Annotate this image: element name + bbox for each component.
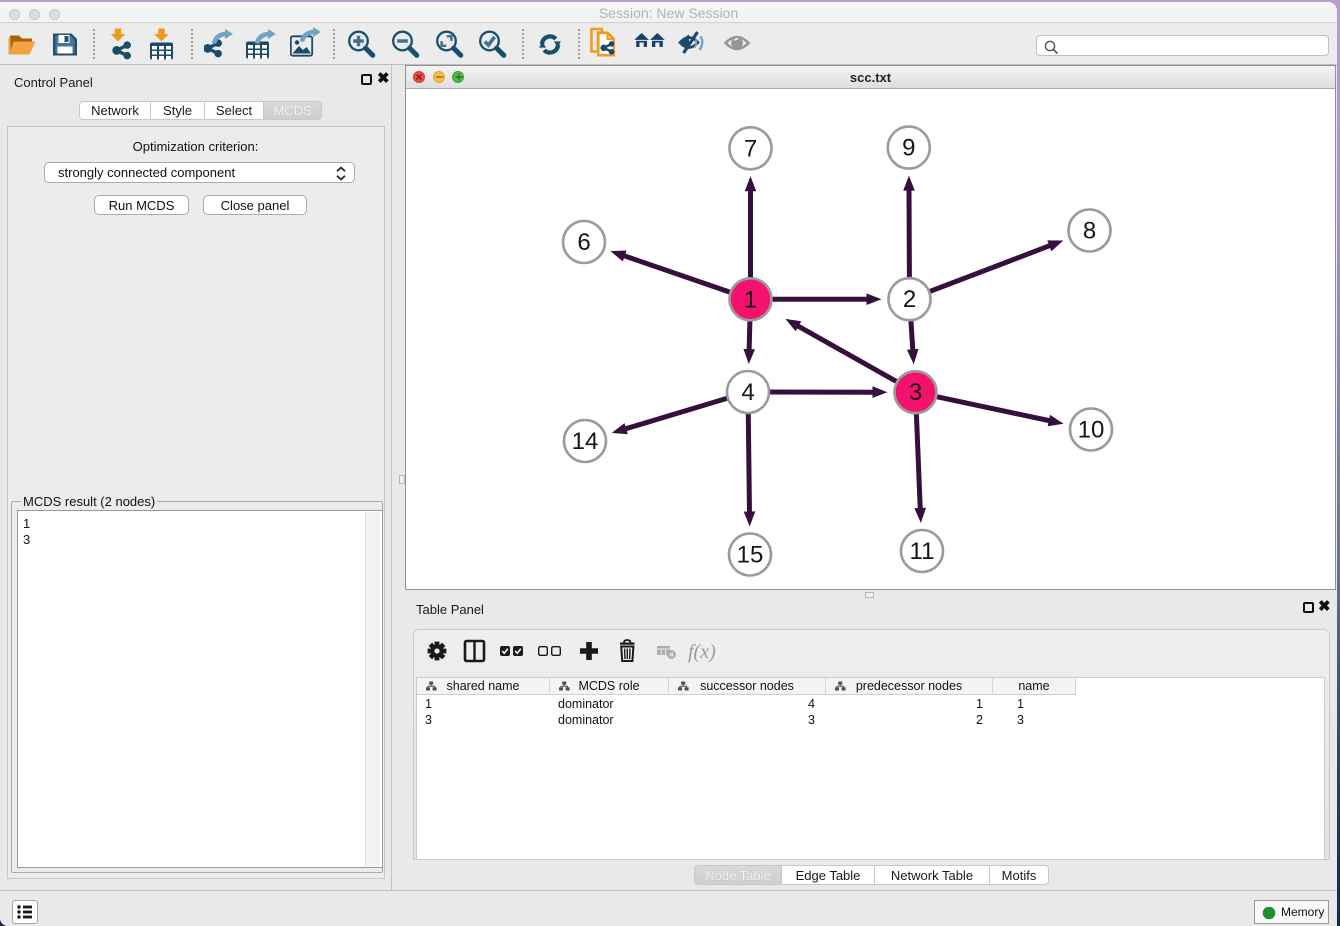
svg-text:3: 3 xyxy=(909,379,922,406)
svg-text:2: 2 xyxy=(903,286,916,313)
svg-text:6: 6 xyxy=(577,229,590,256)
svg-text:4: 4 xyxy=(741,379,754,406)
svg-text:14: 14 xyxy=(572,428,599,455)
svg-text:15: 15 xyxy=(737,542,764,569)
svg-text:9: 9 xyxy=(902,135,915,162)
svg-text:f(x): f(x) xyxy=(688,641,716,663)
svg-text:11: 11 xyxy=(910,538,935,565)
svg-text:10: 10 xyxy=(1078,417,1105,444)
svg-text:1: 1 xyxy=(744,286,757,313)
svg-text:8: 8 xyxy=(1083,218,1096,245)
svg-text:7: 7 xyxy=(744,135,757,162)
